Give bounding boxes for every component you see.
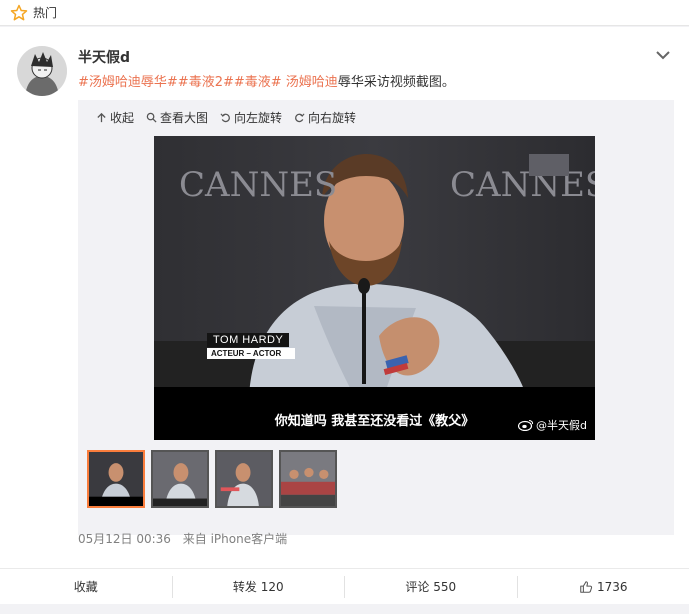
hashtag-link[interactable]: #毒液2#: [178, 75, 234, 90]
repost-label: 转发 120: [232, 580, 284, 594]
search-icon: [146, 112, 157, 123]
watermark-text: @半天假d: [536, 419, 587, 432]
hot-label: 热门: [33, 6, 58, 20]
thumbnail-3[interactable]: [215, 450, 273, 508]
repost-button[interactable]: 转发 120: [171, 575, 345, 598]
like-count: 1736: [596, 579, 628, 594]
backdrop-text: CANNES: [179, 165, 337, 205]
thumbnail-image: [153, 452, 207, 506]
view-large-label: 查看大图: [160, 111, 209, 125]
arrow-up-icon: [97, 112, 106, 123]
thumbnail-1[interactable]: [87, 450, 145, 508]
main-image[interactable]: CANNES CANNES TOM HARDY ACTEUR – ACTOR 你…: [154, 136, 595, 440]
post-meta: 05月12日 00:36 来自 iPhone客户端: [78, 530, 295, 547]
thumbnail-strip: [87, 450, 337, 508]
rotate-right-icon: [295, 113, 305, 123]
post-source: 来自 iPhone客户端: [182, 532, 288, 546]
watermark: @半天假d: [518, 417, 587, 433]
weibo-post-card: 半天假d #汤姆哈迪辱华##毒液2##毒液# 汤姆哈迪辱华采访视频截图。 收起 …: [0, 27, 689, 568]
rotate-left-button[interactable]: 向左旋转: [220, 109, 282, 126]
star-icon: [10, 4, 28, 22]
action-bar: 收藏 转发 120 评论 550 1736: [0, 568, 689, 604]
weibo-logo-icon: [518, 420, 534, 431]
caption-name: TOM HARDY: [207, 333, 290, 347]
media-panel: 收起 查看大图 向左旋转 向右旋转 CANNES CANNES TOM HARD…: [78, 100, 674, 535]
comment-button[interactable]: 评论 550: [344, 575, 517, 598]
hot-topbar: 热门: [0, 0, 689, 26]
backdrop-text: CANNES: [450, 165, 595, 205]
rotate-left-icon: [220, 113, 230, 123]
thumbnail-2[interactable]: [151, 450, 209, 508]
hashtag-link[interactable]: #毒液#: [234, 75, 282, 90]
mention-link[interactable]: 汤姆哈迪: [286, 75, 338, 90]
hashtag-link[interactable]: #汤姆哈迪辱华#: [78, 75, 178, 90]
post-text: #汤姆哈迪辱华##毒液2##毒液# 汤姆哈迪辱华采访视频截图。: [78, 71, 455, 90]
collapse-label: 收起: [110, 111, 135, 125]
rotate-right-button[interactable]: 向右旋转: [294, 109, 356, 126]
image-toolbar: 收起 查看大图 向左旋转 向右旋转: [96, 109, 356, 126]
favorite-label: 收藏: [73, 580, 98, 594]
view-large-button[interactable]: 查看大图: [146, 109, 208, 126]
caption-role: ACTEUR – ACTOR: [207, 348, 295, 359]
collapse-button[interactable]: 收起: [96, 109, 134, 126]
username[interactable]: 半天假d: [78, 47, 130, 67]
thumbnail-image: [89, 452, 143, 506]
avatar[interactable]: [17, 46, 67, 96]
rotate-left-label: 向左旋转: [234, 111, 283, 125]
post-text-suffix: 辱华采访视频截图。: [337, 75, 455, 90]
like-button[interactable]: 1736: [516, 575, 689, 598]
favorite-button[interactable]: 收藏: [0, 576, 172, 598]
timestamp[interactable]: 05月12日 00:36: [78, 532, 171, 546]
rotate-right-label: 向右旋转: [308, 111, 357, 125]
thumbnail-image: [281, 452, 335, 506]
thumbs-up-icon: [580, 580, 593, 593]
chevron-down-icon[interactable]: [655, 49, 671, 61]
name-caption: TOM HARDY ACTEUR – ACTOR: [207, 332, 295, 359]
thumbnail-4[interactable]: [279, 450, 337, 508]
thumbnail-image: [217, 452, 271, 506]
comment-label: 评论 550: [405, 580, 457, 594]
